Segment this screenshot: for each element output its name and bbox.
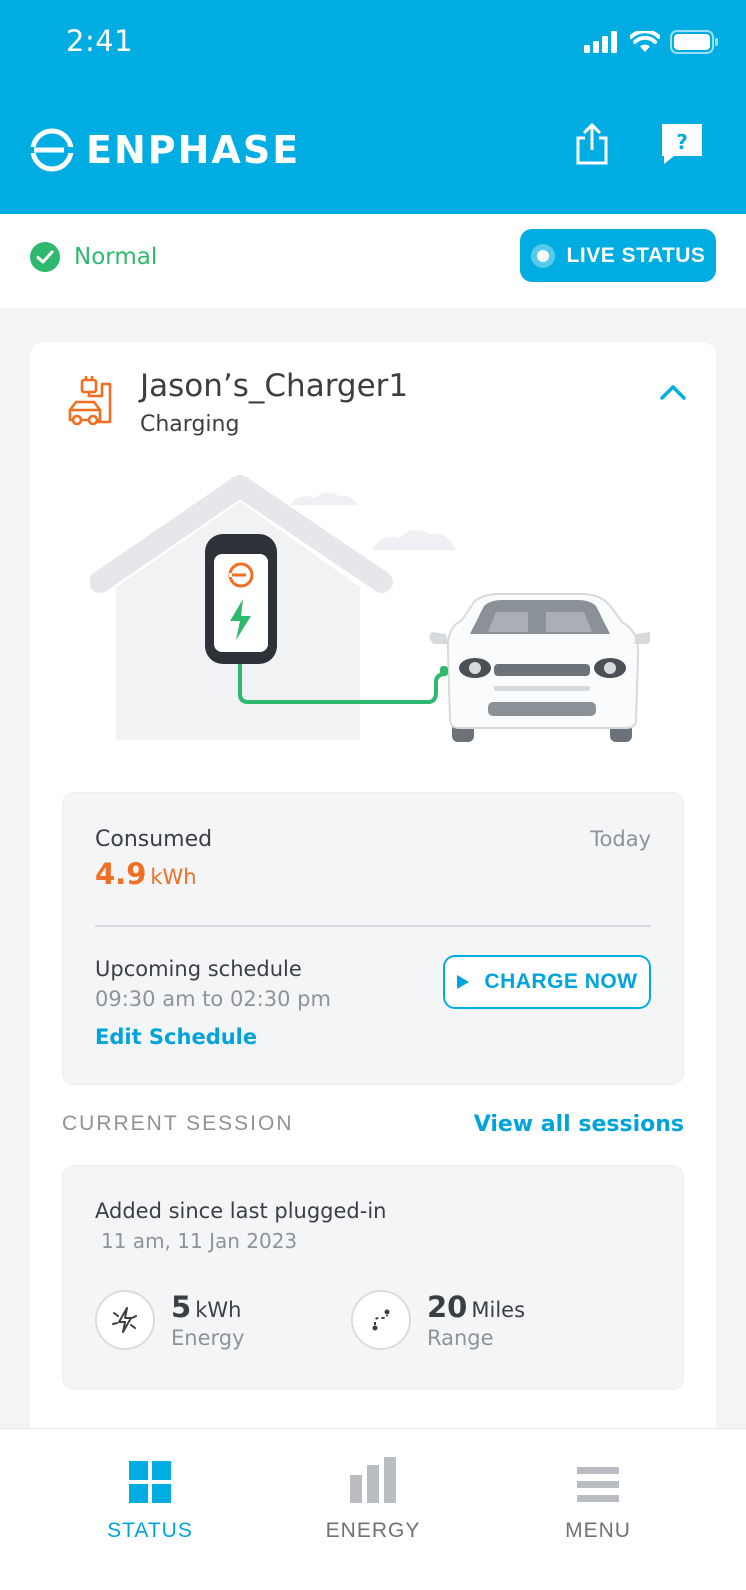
nav-label-energy: ENERGY	[325, 1519, 421, 1542]
session-panel: Added since last plugged-in 11 am, 11 Ja…	[62, 1165, 684, 1390]
collapse-button[interactable]	[660, 384, 686, 405]
status-time: 2:41	[66, 24, 134, 58]
range-number: 20	[427, 1290, 468, 1324]
play-icon	[457, 975, 470, 989]
edit-schedule-link[interactable]: Edit Schedule	[95, 1025, 257, 1049]
svg-text:?: ?	[676, 130, 688, 154]
energy-unit: kWh	[195, 1298, 242, 1322]
charge-now-button[interactable]: CHARGE NOW	[443, 955, 651, 1009]
live-status-label: LIVE STATUS	[566, 243, 706, 267]
energy-icon-circle	[95, 1290, 155, 1350]
energy-label: Energy	[171, 1326, 245, 1350]
system-status: Normal	[30, 242, 157, 272]
system-status-row: Normal LIVE STATUS	[0, 214, 746, 308]
nav-tab-menu[interactable]: MENU	[474, 1429, 722, 1569]
added-time: 11 am, 11 Jan 2023	[101, 1229, 298, 1253]
live-dot-icon	[530, 243, 555, 268]
charger-header	[66, 376, 118, 428]
consumed-value: 4.9 kWh	[95, 857, 197, 891]
charge-now-label: CHARGE NOW	[484, 970, 638, 993]
hamburger-icon	[577, 1457, 619, 1503]
grid-icon	[129, 1457, 171, 1503]
status-icons	[584, 30, 718, 54]
charging-illustration	[90, 475, 650, 742]
help-icon: ?	[662, 124, 702, 164]
consumed-unit: kWh	[150, 865, 197, 889]
ev-charger-icon	[68, 376, 112, 426]
live-status-button[interactable]: LIVE STATUS	[520, 229, 716, 282]
wifi-icon	[630, 31, 660, 52]
chevron-up-icon	[660, 385, 686, 400]
bottom-nav: STATUS ENERGY MENU	[0, 1428, 746, 1590]
help-button[interactable]: ?	[658, 120, 706, 168]
section-label-current-session: CURRENT SESSION	[62, 1112, 294, 1135]
energy-number: 5	[171, 1290, 192, 1324]
added-label: Added since last plugged-in	[95, 1199, 387, 1223]
range-label: Range	[427, 1326, 494, 1350]
app-header: 2:41 ENPHASE ?	[0, 0, 746, 214]
enphase-logo: ENPHASE	[30, 128, 300, 172]
range-metric: 20 Miles Range	[351, 1290, 525, 1350]
nav-tab-energy[interactable]: ENERGY	[249, 1429, 497, 1569]
schedule-label: Upcoming schedule	[95, 957, 302, 981]
charger-state: Charging	[140, 412, 240, 437]
route-icon	[372, 1309, 390, 1331]
signal-icon	[584, 31, 617, 53]
charger-name: Jason’s_Charger1	[140, 368, 409, 404]
energy-icon	[112, 1307, 137, 1333]
system-status-label: Normal	[74, 244, 158, 270]
bar-chart-icon	[350, 1457, 396, 1503]
car-graphic	[429, 593, 650, 742]
share-button[interactable]	[568, 120, 616, 168]
nav-tab-status[interactable]: STATUS	[26, 1429, 274, 1569]
enphase-logo-icon	[30, 128, 74, 172]
nav-label-status: STATUS	[107, 1519, 193, 1542]
range-value: 20 Miles	[427, 1290, 525, 1324]
consumed-number: 4.9	[95, 857, 147, 891]
view-all-sessions-link[interactable]: View all sessions	[474, 1112, 684, 1137]
consumed-label: Consumed	[95, 827, 213, 852]
charger-card: Jason’s_Charger1 Charging Consumed Today…	[30, 342, 716, 1462]
share-icon	[576, 122, 608, 165]
check-circle-icon	[30, 242, 60, 272]
range-icon-circle	[351, 1290, 411, 1350]
brand-name: ENPHASE	[86, 128, 301, 172]
energy-value: 5 kWh	[171, 1290, 245, 1324]
range-unit: Miles	[471, 1298, 526, 1322]
divider	[95, 925, 651, 927]
nav-label-menu: MENU	[565, 1519, 631, 1542]
energy-metric: 5 kWh Energy	[95, 1290, 245, 1350]
battery-icon	[670, 30, 718, 54]
period-label: Today	[590, 827, 651, 851]
consumption-panel: Consumed Today 4.9 kWh Upcoming schedule …	[62, 792, 684, 1085]
schedule-time: 09:30 am to 02:30 pm	[95, 987, 331, 1011]
